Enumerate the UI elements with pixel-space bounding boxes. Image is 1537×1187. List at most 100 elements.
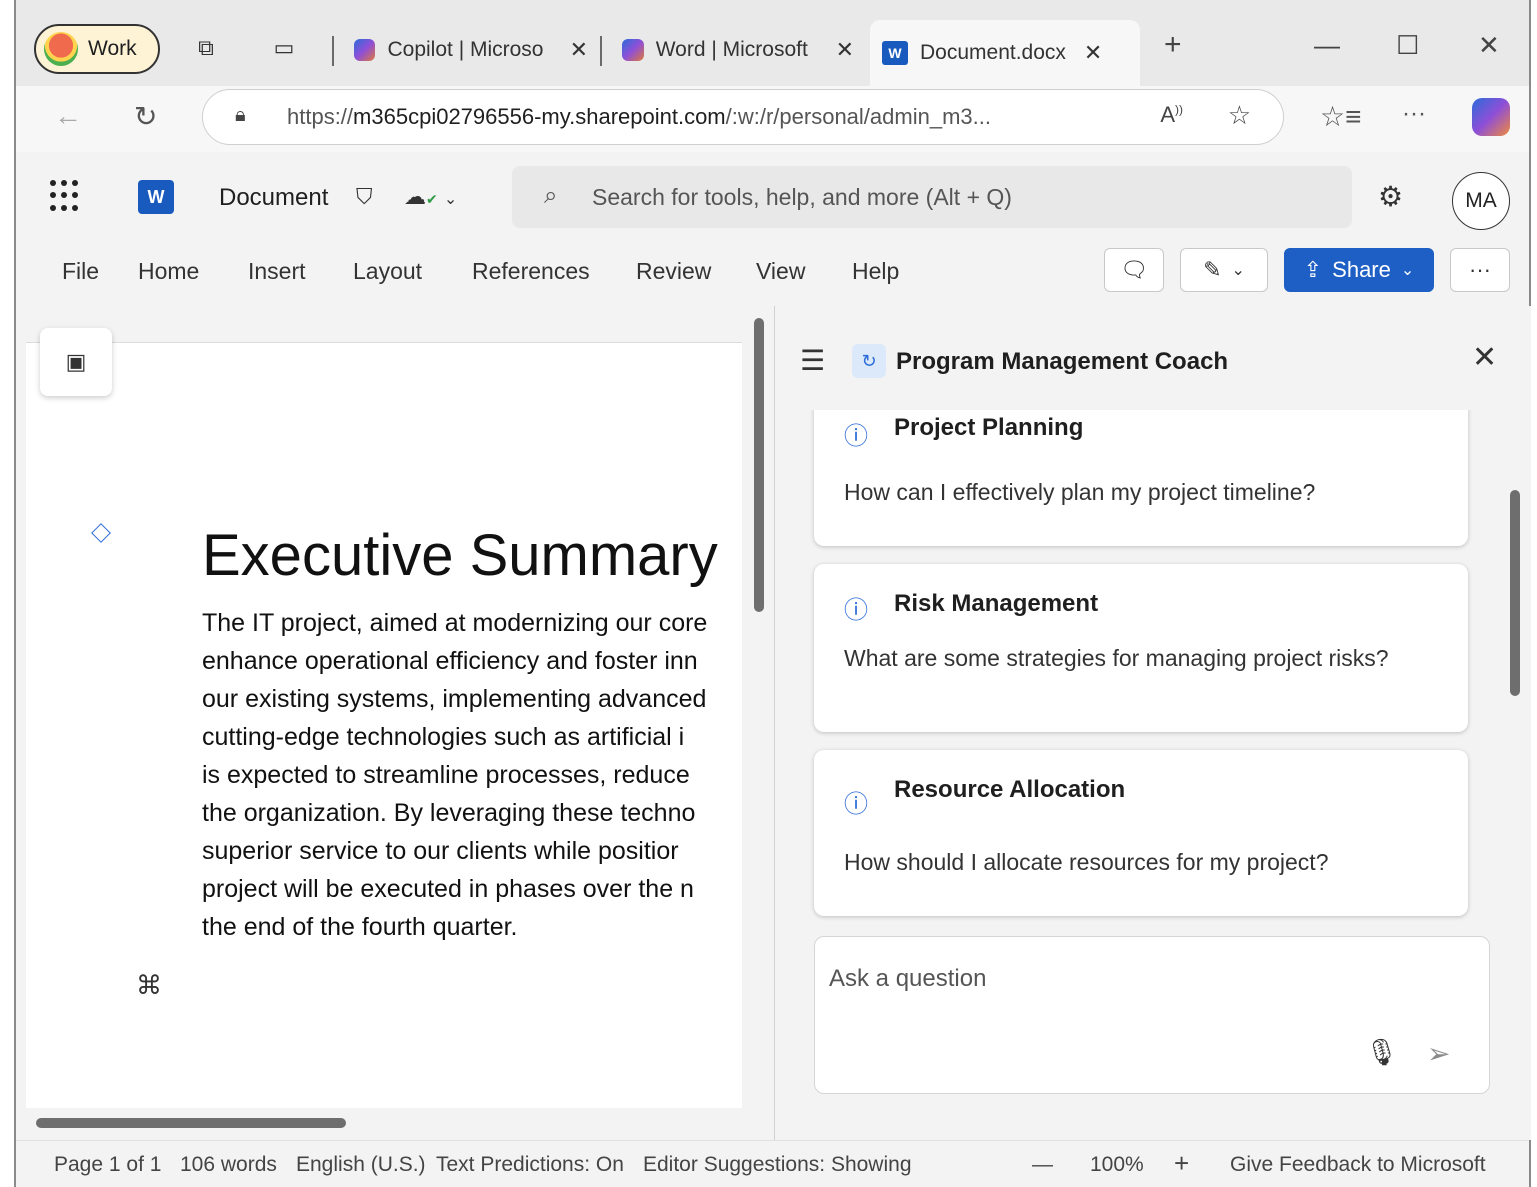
document-body[interactable]: The IT project, aimed at modernizing our…: [202, 604, 742, 946]
profile-label: Work: [88, 37, 137, 60]
share-icon: ⇪: [1303, 257, 1323, 282]
tab-view[interactable]: View: [756, 258, 805, 285]
favorites-icon[interactable]: ☆≡: [1320, 100, 1361, 133]
feedback-link[interactable]: Give Feedback to Microsoft: [1230, 1153, 1486, 1177]
body-line: is expected to streamline processes, red…: [202, 761, 690, 789]
zoom-out-button[interactable]: —: [1032, 1153, 1053, 1177]
favorite-star-icon[interactable]: ☆: [1228, 100, 1251, 131]
editing-mode-button[interactable]: ✎ ⌄: [1180, 248, 1268, 292]
word-logo-icon[interactable]: W: [138, 180, 174, 214]
document-heading[interactable]: Executive Summary: [202, 522, 718, 589]
app-launcher-icon[interactable]: [50, 180, 82, 212]
status-predictions[interactable]: Text Predictions: On: [436, 1153, 624, 1177]
tab-home[interactable]: Home: [138, 258, 199, 285]
document-vertical-scrollbar[interactable]: [754, 318, 764, 612]
tab-label: Copilot | Microso: [387, 38, 544, 61]
copilot-browser-icon[interactable]: [1472, 98, 1510, 136]
navigation-pane-button[interactable]: ▣: [40, 328, 112, 396]
ask-question-input[interactable]: Ask a question 🎙︎ ➢: [814, 936, 1490, 1094]
tab-copilot[interactable]: Copilot | Microso ✕: [342, 20, 600, 80]
body-line: The IT project, aimed at modernizing our…: [202, 609, 708, 637]
panel-icon: ▣: [65, 349, 87, 374]
body-line: enhance operational efficiency and foste…: [202, 647, 698, 675]
zoom-level[interactable]: 100%: [1090, 1153, 1144, 1177]
comments-button[interactable]: 🗨︎: [1104, 248, 1164, 292]
document-horizontal-scrollbar[interactable]: [36, 1118, 346, 1128]
share-label: Share: [1332, 257, 1391, 282]
read-aloud-icon[interactable]: A)): [1160, 102, 1183, 128]
lock-icon[interactable]: 🔒︎: [235, 104, 246, 127]
search-input[interactable]: ⌕ Search for tools, help, and more (Alt …: [512, 166, 1352, 228]
search-placeholder: Search for tools, help, and more (Alt + …: [592, 183, 1012, 210]
prompt-cards-list: ⓘ Project Planning How can I effectively…: [806, 410, 1496, 934]
browser-window: Work ⧉ ▭ Copilot | Microso ✕ Word | Micr…: [14, 0, 1531, 1187]
microphone-icon[interactable]: 🎙︎: [1365, 1037, 1398, 1068]
question-chat-icon: ⓘ: [844, 423, 868, 450]
close-tab-icon[interactable]: ✕: [836, 37, 854, 63]
status-words[interactable]: 106 words: [180, 1153, 277, 1177]
tab-review[interactable]: Review: [636, 258, 711, 285]
sensitivity-shield-icon[interactable]: ⛉: [356, 184, 373, 210]
document-title[interactable]: Document: [219, 184, 328, 212]
question-chat-icon: ⓘ: [844, 597, 868, 624]
word-favicon-icon: W: [882, 41, 908, 65]
agent-logo-icon: ↻: [852, 344, 886, 378]
refresh-icon[interactable]: ↻: [134, 100, 157, 133]
body-line: the organization. By leveraging these te…: [202, 799, 696, 827]
more-options-button[interactable]: ···: [1450, 248, 1510, 292]
menu-icon[interactable]: ☰: [800, 344, 825, 377]
more-browser-icon[interactable]: ···: [1402, 100, 1426, 128]
vertical-tabs-icon[interactable]: ▭: [270, 34, 298, 62]
tab-word[interactable]: Word | Microsoft ✕: [610, 20, 866, 80]
url-host: m365cpi02796556-my.sharepoint.com: [353, 104, 726, 129]
address-bar[interactable]: 🔒︎ https://m365cpi02796556-my.sharepoint…: [202, 89, 1284, 145]
profile-button[interactable]: Work: [34, 24, 160, 74]
status-language[interactable]: English (U.S.): [296, 1153, 426, 1177]
pane-scrollbar[interactable]: [1510, 490, 1520, 696]
close-tab-icon[interactable]: ✕: [1084, 40, 1102, 66]
avatar[interactable]: MA: [1452, 172, 1510, 230]
question-chat-icon: ⓘ: [844, 791, 868, 818]
copilot-favicon-icon: [622, 39, 644, 61]
send-icon[interactable]: ➢: [1427, 1037, 1450, 1070]
tab-insert[interactable]: Insert: [248, 258, 306, 285]
tab-document[interactable]: W Document.docx ✕: [870, 20, 1140, 86]
close-pane-icon[interactable]: ✕: [1472, 340, 1497, 375]
status-page[interactable]: Page 1 of 1: [54, 1153, 161, 1177]
card-title: Project Planning: [894, 414, 1084, 441]
prompt-card[interactable]: ⓘ Resource Allocation How should I alloc…: [814, 750, 1468, 916]
watermelon-icon: [44, 32, 78, 66]
comment-icon: 🗨︎: [1120, 257, 1148, 282]
share-button[interactable]: ⇪ Share ⌄: [1284, 248, 1434, 292]
close-window-icon[interactable]: ✕: [1478, 30, 1500, 61]
close-tab-icon[interactable]: ✕: [570, 37, 588, 63]
body-line: superior service to our clients while po…: [202, 837, 679, 865]
minimize-icon[interactable]: —: [1314, 30, 1340, 61]
copilot-favicon-icon: [354, 39, 376, 61]
ask-placeholder: Ask a question: [829, 965, 987, 992]
back-icon[interactable]: ←: [54, 100, 82, 132]
new-tab-button[interactable]: +: [1164, 28, 1182, 62]
tab-file[interactable]: File: [62, 258, 99, 285]
body-line: cutting-edge technologies such as artifi…: [202, 723, 685, 751]
cloud-saved-icon[interactable]: ☁✔ ⌄: [404, 184, 457, 210]
maximize-icon[interactable]: ☐: [1396, 30, 1419, 61]
card-text: What are some strategies for managing pr…: [844, 645, 1389, 671]
tab-references[interactable]: References: [472, 258, 590, 285]
zoom-in-button[interactable]: +: [1174, 1148, 1189, 1179]
tab-help[interactable]: Help: [852, 258, 899, 285]
gear-icon[interactable]: ⚙: [1378, 180, 1403, 213]
copilot-inline-icon[interactable]: ⌘: [136, 970, 162, 1001]
card-title: Risk Management: [894, 590, 1099, 617]
workspaces-icon[interactable]: ⧉: [192, 34, 220, 62]
prompt-card[interactable]: ⓘ Risk Management What are some strategi…: [814, 564, 1468, 732]
url-path: /:w:/r/personal/admin_m3...: [725, 104, 991, 129]
tab-layout[interactable]: Layout: [353, 258, 422, 285]
status-editor[interactable]: Editor Suggestions: Showing: [643, 1153, 912, 1177]
url-prefix: https://: [287, 104, 354, 129]
pane-title: Program Management Coach: [896, 348, 1229, 375]
pane-divider[interactable]: [774, 306, 775, 1140]
prompt-card[interactable]: ⓘ Project Planning How can I effectively…: [814, 410, 1468, 546]
body-line: our existing systems, implementing advan…: [202, 685, 707, 713]
card-text: How should I allocate resources for my p…: [844, 849, 1329, 875]
